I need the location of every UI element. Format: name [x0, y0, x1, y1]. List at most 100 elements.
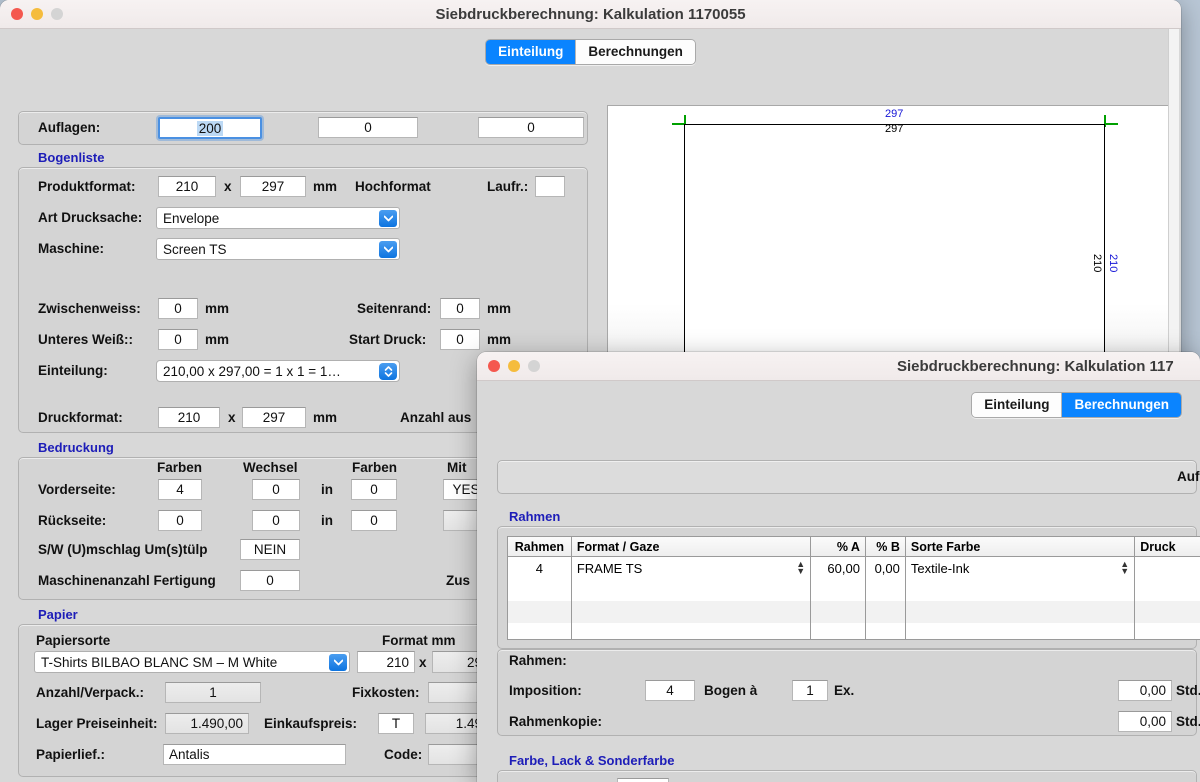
window2-content: Einteilung Berechnungen Aufl Rahmen Rahm…: [477, 381, 1200, 782]
chevron-up-down-icon[interactable]: [379, 363, 397, 380]
papierlief-input[interactable]: Antalis: [163, 744, 346, 765]
auflagen-input-1-value: 200: [196, 120, 224, 136]
sheet-preview[interactable]: 297 297 210 210: [607, 105, 1173, 382]
preview-tick-top-left-h: [672, 123, 684, 125]
minimize-button-icon[interactable]: [508, 360, 520, 372]
tab-berechnungen[interactable]: Berechnungen: [1061, 393, 1181, 417]
window1-traffic-lights[interactable]: [0, 8, 63, 20]
zwischenweiss-label: Zwischenweiss:: [38, 301, 141, 316]
tab-einteilung[interactable]: Einteilung: [486, 40, 576, 64]
farbe-panel: [497, 770, 1197, 782]
window1-titlebar[interactable]: Siebdruckberechnung: Kalkulation 1170055: [0, 0, 1181, 29]
zus-label: Zus: [446, 573, 471, 588]
tab-berechnungen[interactable]: Berechnungen: [575, 40, 695, 64]
close-button-icon[interactable]: [488, 360, 500, 372]
anzahl-verpack-input[interactable]: 1: [165, 682, 261, 703]
seitenrand-input[interactable]: 0: [440, 298, 480, 319]
maschinenanzahl-input[interactable]: 0: [240, 570, 300, 591]
zwischenweiss-input[interactable]: 0: [158, 298, 198, 319]
minimize-button-icon[interactable]: [31, 8, 43, 20]
auflagen-input-2[interactable]: 0: [318, 117, 418, 138]
druckformat-height-input[interactable]: 297: [242, 407, 306, 428]
cell-empty: [572, 623, 812, 639]
window1-tabbar: Einteilung Berechnungen: [0, 29, 1181, 65]
druckformat-width-input[interactable]: 210: [158, 407, 220, 428]
preview-sheet-rect: [684, 124, 1105, 381]
imposition-input[interactable]: 4: [645, 680, 695, 701]
cell-pct-a: 60,00: [811, 557, 866, 579]
auflagen-input-1[interactable]: 200: [158, 117, 262, 139]
farben-input[interactable]: 0,19: [617, 778, 669, 782]
papiersorte-value: T-Shirts BILBAO BLANC SM – M White: [41, 654, 278, 670]
cell-empty: [811, 623, 866, 639]
cell-sorte-farbe[interactable]: Textile-Ink ▲ ▼: [906, 557, 1136, 579]
vorderseite-wechsel-input[interactable]: 0: [252, 479, 300, 500]
rueckseite-farben2-input[interactable]: 0: [351, 510, 397, 531]
art-drucksache-select[interactable]: Envelope: [156, 207, 400, 229]
papier-format-width-input[interactable]: 210: [357, 651, 415, 673]
cell-empty: [1135, 579, 1200, 601]
papierlief-label: Papierlief.:: [36, 747, 106, 762]
rahmen-table[interactable]: Rahmen Format / Gaze % A % B Sorte Farbe…: [507, 536, 1200, 640]
einkaufspreis-label: Einkaufspreis:: [264, 716, 358, 731]
rahmen-table-header: Rahmen Format / Gaze % A % B Sorte Farbe…: [508, 537, 1200, 557]
imposition-std-input[interactable]: 0,00: [1118, 680, 1172, 701]
chevron-down-icon[interactable]: [329, 654, 347, 671]
preview-tick-top-right-h: [1106, 123, 1118, 125]
col-sorte-farbe: Sorte Farbe: [906, 537, 1136, 556]
vorderseite-farben2-input[interactable]: 0: [351, 479, 397, 500]
table-row-empty[interactable]: [508, 579, 1200, 601]
window2-titlebar[interactable]: Siebdruckberechnung: Kalkulation 117: [477, 352, 1200, 381]
cell-empty: [866, 579, 906, 601]
laufr-input[interactable]: [535, 176, 565, 197]
produktformat-unit: mm: [313, 179, 338, 194]
einteilung-select[interactable]: 210,00 x 297,00 = 1 x 1 = 1…: [156, 360, 400, 382]
col-format-gaze: Format / Gaze: [572, 537, 812, 556]
maschine-value: Screen TS: [163, 241, 227, 257]
lager-preiseinheit-label: Lager Preiseinheit:: [36, 716, 158, 731]
rueckseite-wechsel-input[interactable]: 0: [252, 510, 300, 531]
rahmenkopie-std-input[interactable]: 0,00: [1118, 711, 1172, 732]
papiersorte-select[interactable]: T-Shirts BILBAO BLANC SM – M White: [34, 651, 350, 673]
cell-empty: [866, 601, 906, 623]
stepper-icon[interactable]: ▲ ▼: [796, 560, 805, 576]
produktformat-width-input[interactable]: 210: [158, 176, 216, 197]
druckformat-x-separator: x: [228, 410, 236, 425]
preview-top-dim-black: 297: [885, 123, 904, 135]
chevron-down-icon[interactable]: [379, 241, 397, 258]
sw-umschlag-input[interactable]: NEIN: [240, 539, 300, 560]
col-pct-b: % B: [866, 537, 906, 556]
zoom-button-icon[interactable]: [51, 8, 63, 20]
col-header-farben-2: Farben: [352, 460, 398, 475]
window-berechnungen[interactable]: Siebdruckberechnung: Kalkulation 117 Ein…: [477, 352, 1200, 782]
table-row-empty[interactable]: [508, 601, 1200, 623]
rahmen-group-label: Rahmen: [509, 509, 561, 524]
chevron-down-icon[interactable]: [379, 210, 397, 227]
sw-umschlag-label: S/W (U)mschlag Um(s)tülp: [38, 542, 208, 557]
bogen-a-input[interactable]: 1: [792, 680, 828, 701]
bogen-a-label: Bogen à: [704, 683, 758, 698]
zoom-button-icon[interactable]: [528, 360, 540, 372]
produktformat-height-input[interactable]: 297: [240, 176, 306, 197]
art-drucksache-label: Art Drucksache:: [38, 210, 143, 225]
close-button-icon[interactable]: [11, 8, 23, 20]
druckformat-unit: mm: [313, 410, 338, 425]
cell-format-gaze[interactable]: FRAME TS ▲ ▼: [572, 557, 812, 579]
window2-traffic-lights[interactable]: [477, 360, 540, 372]
rueckseite-farben-input[interactable]: 0: [158, 510, 202, 531]
col-druck: Druck: [1135, 537, 1200, 556]
vorderseite-farben-input[interactable]: 4: [158, 479, 202, 500]
start-druck-label: Start Druck:: [349, 332, 427, 347]
window2-title: Siebdruckberechnung: Kalkulation 117: [897, 357, 1174, 375]
start-druck-input[interactable]: 0: [440, 329, 480, 350]
unteres-weiss-input[interactable]: 0: [158, 329, 198, 350]
lager-preiseinheit-input[interactable]: 1.490,00: [165, 713, 249, 734]
tab-einteilung[interactable]: Einteilung: [972, 393, 1062, 417]
maschine-select[interactable]: Screen TS: [156, 238, 400, 260]
einkaufspreis-unit-input[interactable]: T: [378, 713, 414, 734]
auflagen-input-3[interactable]: 0: [478, 117, 584, 138]
table-row[interactable]: 4 FRAME TS ▲ ▼ 60,00 0,00 Textile-Ink ▲ ▼: [508, 557, 1200, 579]
auflagen-strip-label: Aufl: [1177, 469, 1200, 484]
table-row-empty[interactable]: [508, 623, 1200, 639]
stepper-icon[interactable]: ▲ ▼: [1120, 560, 1129, 576]
